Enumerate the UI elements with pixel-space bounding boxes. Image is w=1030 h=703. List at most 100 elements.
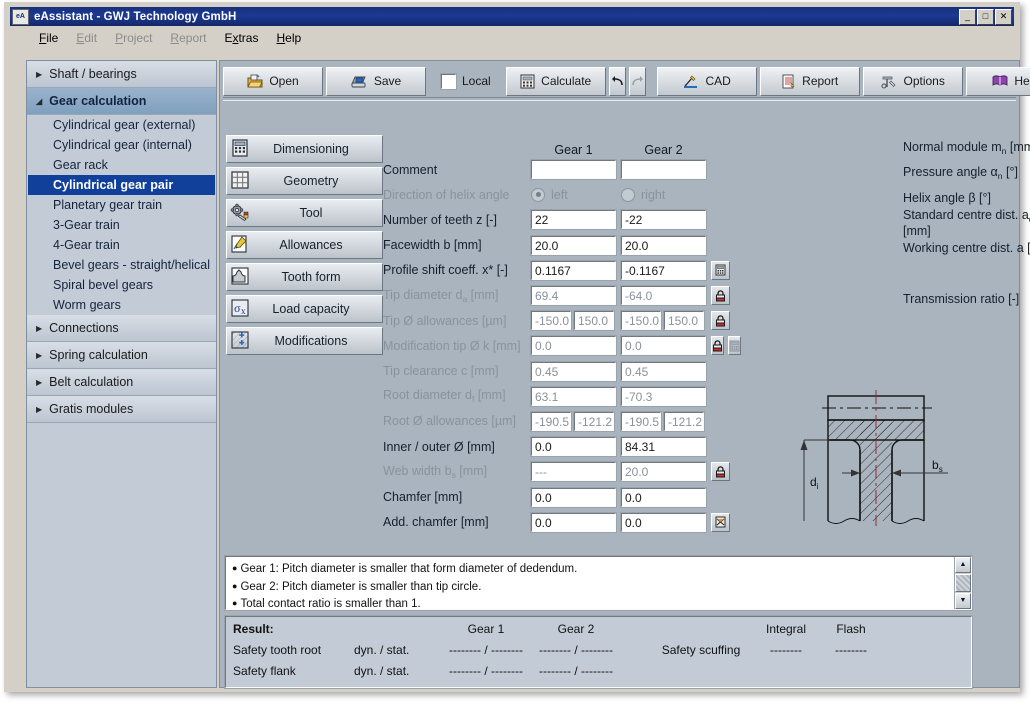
field-gear2-web-width-bs: 20.0 (620, 461, 707, 483)
calculator-icon[interactable] (728, 336, 741, 356)
tab-tool[interactable]: Tool (226, 199, 383, 227)
sidebar-item-3-gear-train[interactable]: 3-Gear train (27, 215, 216, 235)
input-gear2-facewidth-b-mm[interactable]: 20.0 (620, 234, 707, 256)
minimize-button[interactable]: _ (959, 8, 976, 25)
sidebar-group-spring-calculation[interactable]: ▶ Spring calculation (27, 342, 216, 369)
input-gear1-inner-outer-mm[interactable]: 0.0 (530, 436, 617, 458)
sidebar-item-planetary-gear-train[interactable]: Planetary gear train (27, 195, 216, 215)
tab-tooth-form[interactable]: Tooth form (226, 263, 383, 291)
help-button[interactable]: Help (965, 66, 1030, 96)
input-gear1-chamfer-mm[interactable]: 0.0 (530, 486, 617, 508)
sidebar-group-connections[interactable]: ▶ Connections (27, 315, 216, 342)
field-gear2-facewidth-b-mm: 20.0 (620, 234, 707, 256)
sidebar-group-gratis-modules[interactable]: ▶ Gratis modules (27, 396, 216, 423)
redo-button[interactable] (628, 66, 646, 96)
input-gear2-upper[interactable]: 150.0 (663, 310, 705, 332)
cad-button[interactable]: CAD (656, 66, 757, 96)
menu-item-help[interactable]: Help (267, 29, 310, 47)
app-icon: eA (12, 8, 29, 25)
input-gear2-profile-shift-coeff-x[interactable]: -0.1167 (620, 259, 707, 281)
options-button[interactable]: Options (862, 66, 963, 96)
bowtie-icon[interactable] (711, 512, 730, 532)
helix-radio-right[interactable]: right (621, 187, 706, 202)
input-gear1-web-width-bs[interactable]: --- (530, 461, 617, 483)
scroll-up-icon[interactable]: ▲ (955, 557, 971, 573)
local-checkbox-wrap[interactable]: Local (429, 72, 503, 90)
messages-scrollbar[interactable]: ▲ ▼ (954, 557, 971, 609)
open-button[interactable]: Open (223, 66, 323, 96)
scrollbar-thumb[interactable] (955, 574, 971, 592)
input-gear2-tip-diameter-da[interactable]: -64.0 (620, 285, 707, 307)
input-gear2-upper[interactable]: -121.2 (663, 410, 705, 432)
field-gear1-root-diameter-df: 63.1 (530, 385, 617, 407)
input-gear2-add-chamfer-mm[interactable]: 0.0 (620, 511, 707, 533)
form-row-direction-of-helix-angle: Direction of helix angle left right (383, 182, 903, 207)
undo-button[interactable] (608, 66, 626, 96)
calculate-button[interactable]: Calculate (505, 66, 606, 96)
tab-geometry[interactable]: Geometry (226, 167, 383, 195)
form-row-comment: Comment (383, 157, 903, 182)
close-button[interactable]: ✕ (995, 8, 1012, 25)
gear-cross-section-diagram: di bs (790, 366, 990, 541)
tab-modifications[interactable]: Modifications (226, 327, 383, 355)
sidebar-item-bevel-gears-straight-helical[interactable]: Bevel gears - straight/helical (27, 255, 216, 275)
scroll-down-icon[interactable]: ▼ (955, 593, 971, 609)
input-gear2-number-of-teeth-z[interactable]: -22 (620, 209, 707, 231)
menu-item-extras[interactable]: Extras (215, 29, 267, 47)
save-button[interactable]: Save (326, 66, 426, 96)
tab-allowances[interactable]: Allowances (226, 231, 383, 259)
sidebar-group-shaft-bearings[interactable]: ▶ Shaft / bearings (27, 61, 216, 88)
input-gear1-root-diameter-df[interactable]: 63.1 (530, 385, 617, 407)
sidebar-item-cylindrical-gear-external[interactable]: Cylindrical gear (external) (27, 115, 216, 135)
sidebar-item-cylindrical-gear-internal[interactable]: Cylindrical gear (internal) (27, 135, 216, 155)
input-gear2-modification-tip-k-mm[interactable]: 0.0 (620, 335, 707, 357)
input-gear1-upper[interactable]: -121.2 (573, 410, 615, 432)
sidebar-item-spiral-bevel-gears[interactable]: Spiral bevel gears (27, 275, 216, 295)
input-gear1-profile-shift-coeff-x[interactable]: 0.1167 (530, 259, 617, 281)
window-title: eAssistant - GWJ Technology GmbH (34, 10, 237, 23)
menu-item-file[interactable]: File (30, 29, 67, 47)
result-row-1-label: Safety flank (233, 664, 296, 678)
sidebar-item-4-gear-train[interactable]: 4-Gear train (27, 235, 216, 255)
sidebar-group-gear-calculation[interactable]: ◢ Gear calculation (27, 88, 216, 115)
input-gear2-inner-outer-mm[interactable]: 84.31 (620, 436, 707, 458)
input-gear1-upper[interactable]: 150.0 (573, 310, 615, 332)
input-gear1-tip-diameter-da[interactable]: 69.4 (530, 285, 617, 307)
sidebar-item-gear-rack[interactable]: Gear rack (27, 155, 216, 175)
input-gear2-web-width-bs[interactable]: 20.0 (620, 461, 707, 483)
calculator-icon[interactable] (711, 260, 730, 280)
tab-load-capacity[interactable]: σ x Load capacity (226, 295, 383, 323)
input-gear1-add-chamfer-mm[interactable]: 0.0 (530, 511, 617, 533)
input-gear1-tip-clearance-c-mm[interactable]: 0.45 (530, 360, 617, 382)
param-row-working-centre-dist-a-mm: Working centre dist. a [mm]0.0 (903, 236, 1030, 261)
padlock-icon[interactable] (711, 336, 724, 356)
padlock-icon[interactable] (711, 286, 730, 306)
sidebar-group-label: Shaft / bearings (49, 67, 137, 81)
input-gear2-tip-clearance-c-mm[interactable]: 0.45 (620, 360, 707, 382)
result-row-0-gear2: -------- / -------- (539, 643, 613, 657)
tab-dimensioning[interactable]: Dimensioning (226, 135, 383, 163)
input-gear1-lower[interactable]: -190.5 (530, 410, 572, 432)
radio-left-icon[interactable] (531, 187, 545, 202)
sidebar-group-belt-calculation[interactable]: ▶ Belt calculation (27, 369, 216, 396)
radio-right-icon[interactable] (621, 187, 635, 202)
input-gear2-comment[interactable] (620, 159, 707, 181)
report-button[interactable]: Report (759, 66, 860, 96)
padlock-icon[interactable] (711, 462, 730, 482)
helix-radio-left[interactable]: left (531, 187, 616, 202)
input-gear2-lower[interactable]: -190.5 (620, 410, 662, 432)
maximize-button[interactable]: □ (977, 8, 994, 25)
input-gear1-modification-tip-k-mm[interactable]: 0.0 (530, 335, 617, 357)
calculator-icon (520, 74, 535, 88)
input-gear1-number-of-teeth-z[interactable]: 22 (530, 209, 617, 231)
input-gear2-root-diameter-df[interactable]: -70.3 (620, 385, 707, 407)
padlock-icon[interactable] (711, 311, 730, 331)
sidebar-item-worm-gears[interactable]: Worm gears (27, 295, 216, 315)
input-gear1-comment[interactable] (530, 159, 617, 181)
input-gear2-chamfer-mm[interactable]: 0.0 (620, 486, 707, 508)
input-gear1-lower[interactable]: -150.0 (530, 310, 572, 332)
sidebar-item-cylindrical-gear-pair[interactable]: Cylindrical gear pair (28, 175, 215, 195)
input-gear2-lower[interactable]: -150.0 (620, 310, 662, 332)
input-gear1-facewidth-b-mm[interactable]: 20.0 (530, 234, 617, 256)
local-checkbox[interactable] (440, 72, 457, 90)
